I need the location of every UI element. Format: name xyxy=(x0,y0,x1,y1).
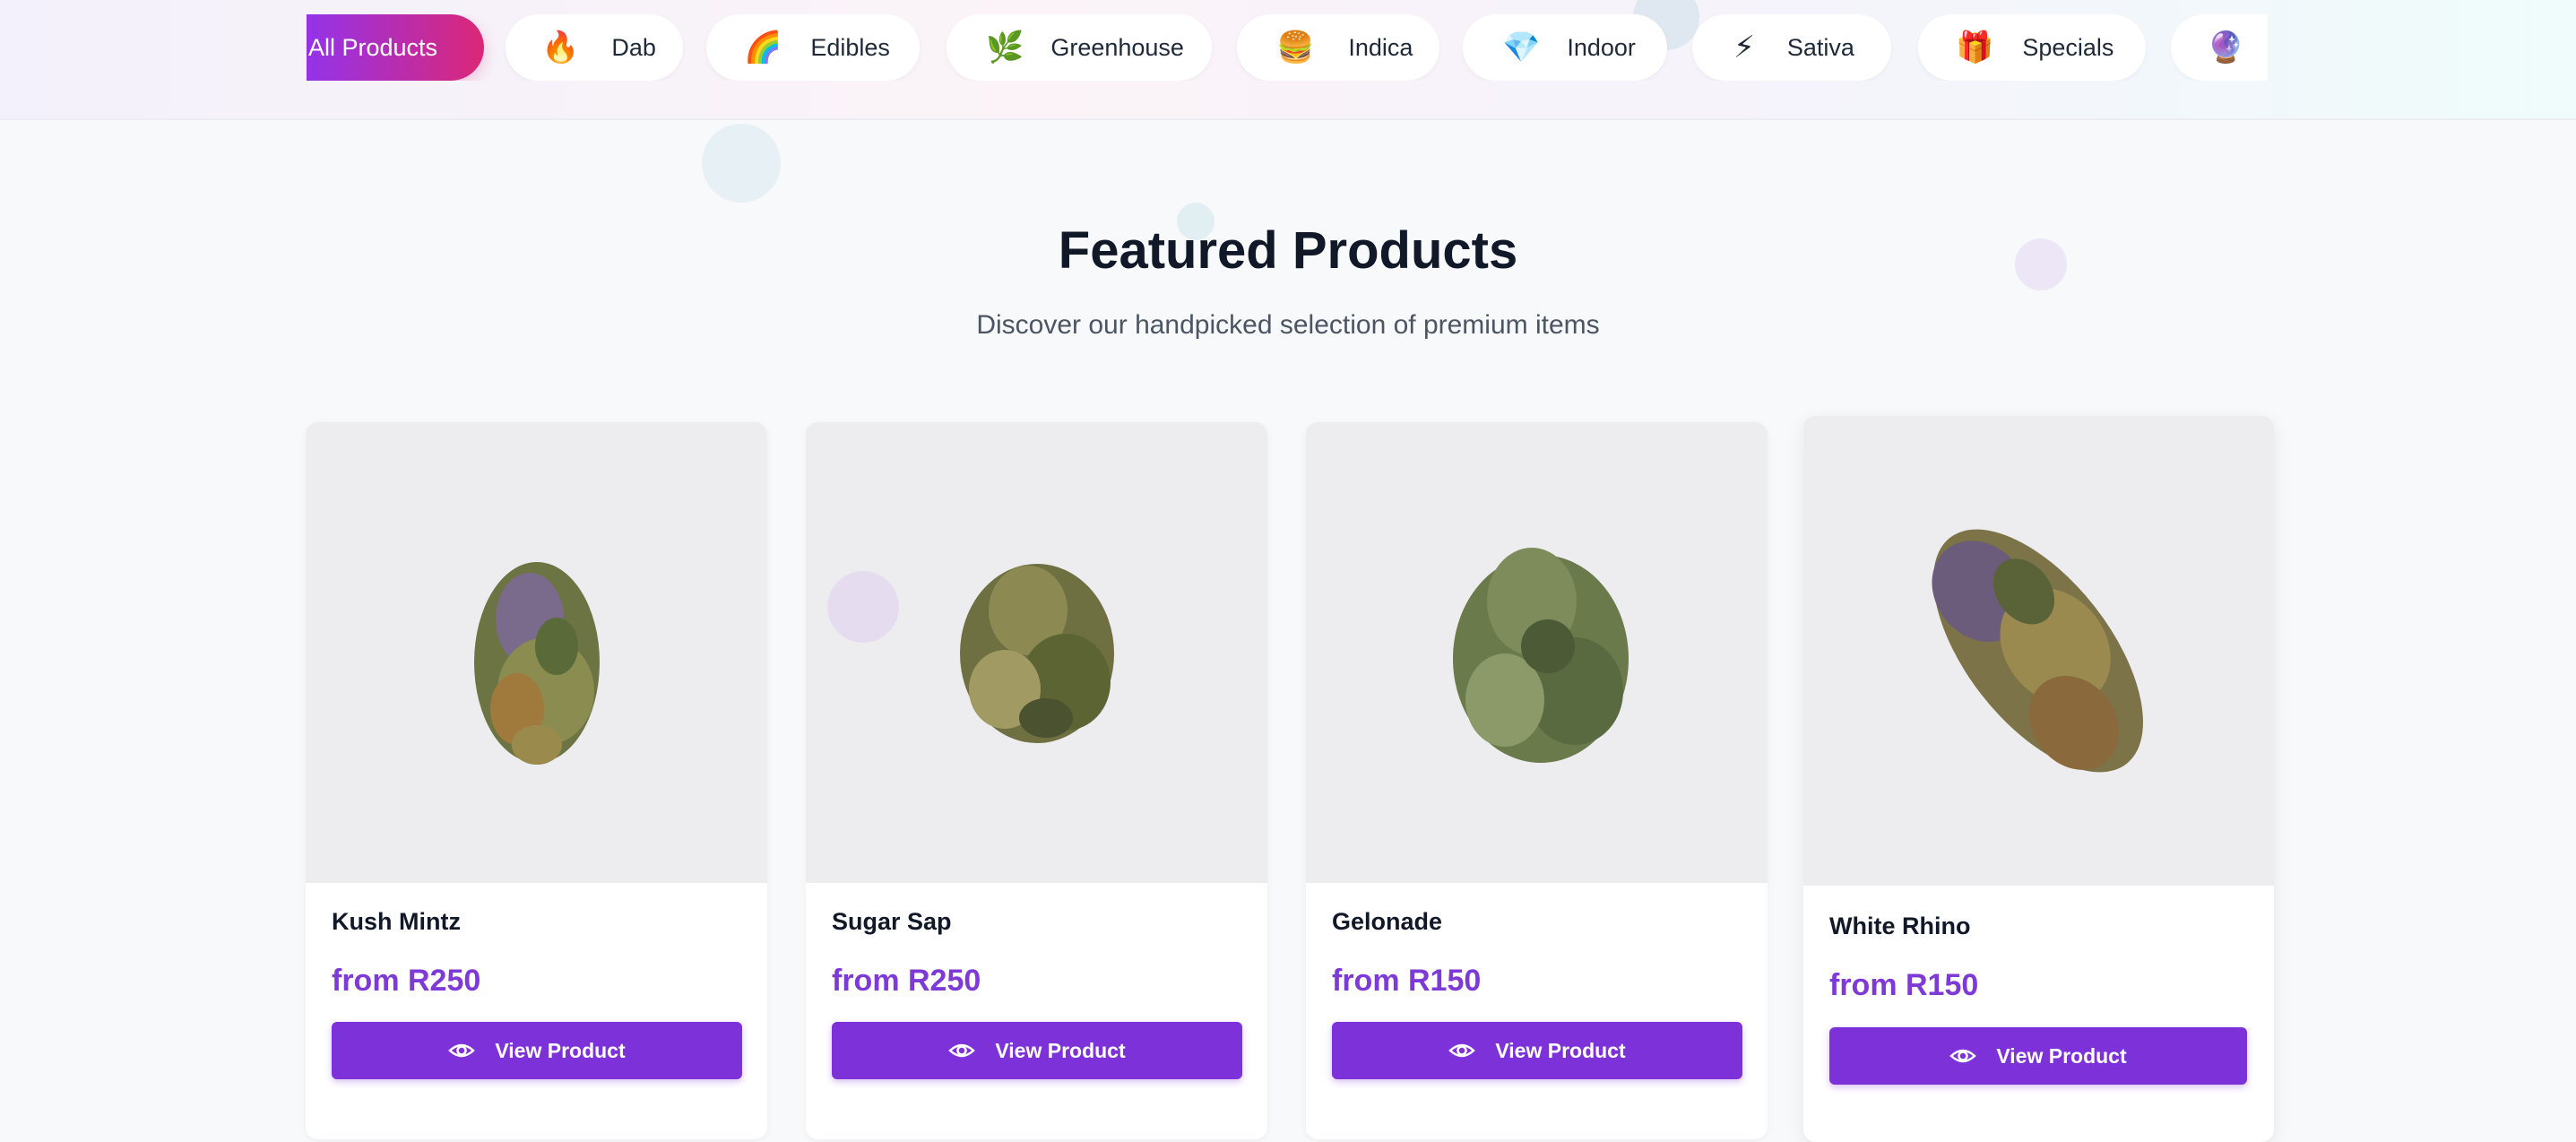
lightning-icon: ⚡ xyxy=(1733,30,1755,65)
eye-icon xyxy=(1448,1042,1476,1060)
button-label: View Product xyxy=(1996,1043,2127,1068)
bud-image xyxy=(1932,529,2143,773)
fire-icon: 🔥 xyxy=(541,30,580,65)
button-label: View Product xyxy=(1495,1038,1626,1062)
product-name: Kush Mintz xyxy=(332,908,461,935)
rainbow-icon: 🌈 xyxy=(744,30,782,65)
button-label: View Product xyxy=(995,1038,1126,1062)
category-indica[interactable]: 🍔 Indica xyxy=(1237,14,1439,81)
featured-title: Featured Products xyxy=(1058,221,1518,280)
category-label: Specials xyxy=(2022,33,2114,61)
eye-icon xyxy=(1949,1047,1977,1065)
category-label: Sativa xyxy=(1786,33,1854,61)
bud-image xyxy=(960,564,1114,743)
product-price: from R250 xyxy=(332,964,481,998)
product-card[interactable]: White Rhino from R150 View Product xyxy=(1803,416,2274,1142)
view-product-button[interactable]: View Product xyxy=(1332,1022,1742,1079)
category-more[interactable]: 🔮 xyxy=(2171,14,2268,81)
view-product-button[interactable]: View Product xyxy=(832,1022,1242,1079)
product-price: from R150 xyxy=(1829,968,1979,1002)
category-greenhouse[interactable]: 🌿 Greenhouse xyxy=(947,14,1212,81)
decorative-bubble xyxy=(702,124,781,203)
product-name: White Rhino xyxy=(1829,913,1971,939)
product-card[interactable]: Kush Mintz from R250 View Product xyxy=(306,422,767,1139)
category-specials[interactable]: 🎁 Specials xyxy=(1918,14,2146,81)
bud-image xyxy=(1453,548,1629,763)
product-card[interactable]: Sugar Sap from R250 View Product xyxy=(806,422,1267,1139)
view-product-button[interactable]: View Product xyxy=(332,1022,742,1079)
category-label: Indoor xyxy=(1567,33,1636,61)
category-sativa[interactable]: ⚡ Sativa xyxy=(1692,14,1891,81)
product-price: from R150 xyxy=(1332,964,1482,998)
product-image[interactable] xyxy=(1306,422,1768,883)
category-label: Greenhouse xyxy=(1050,33,1184,61)
featured-subtitle: Discover our handpicked selection of pre… xyxy=(976,310,1600,340)
gem-icon: 💎 xyxy=(1502,30,1541,65)
burger-icon: 🍔 xyxy=(1276,30,1315,65)
view-product-button[interactable]: View Product xyxy=(1829,1027,2247,1085)
category-dab[interactable]: 🔥 Dab xyxy=(506,14,683,81)
category-scroller[interactable]: All Products 🔥 Dab 🌈 Edibles 🌿 Greenhous… xyxy=(307,14,2268,81)
category-all-products[interactable]: All Products xyxy=(307,14,484,81)
category-label: Indica xyxy=(1348,33,1413,61)
bud-image xyxy=(474,562,600,765)
category-bar: All Products 🔥 Dab 🌈 Edibles 🌿 Greenhous… xyxy=(0,0,2576,120)
product-image[interactable] xyxy=(306,422,767,883)
product-image[interactable] xyxy=(1803,416,2274,886)
category-label: Edibles xyxy=(810,33,890,61)
product-price: from R250 xyxy=(832,964,981,998)
product-image[interactable] xyxy=(806,422,1267,883)
category-label: All Products xyxy=(308,33,438,61)
product-name: Sugar Sap xyxy=(832,908,952,935)
category-edibles[interactable]: 🌈 Edibles xyxy=(706,14,920,81)
button-label: View Product xyxy=(495,1038,626,1062)
eye-icon xyxy=(948,1042,976,1060)
product-name: Gelonade xyxy=(1332,908,1443,935)
eye-icon xyxy=(448,1042,476,1060)
product-card[interactable]: Gelonade from R150 View Product xyxy=(1306,422,1768,1139)
gift-icon: 🎁 xyxy=(1956,30,1994,65)
crystal-ball-icon: 🔮 xyxy=(2207,30,2245,65)
herb-icon: 🌿 xyxy=(986,30,1024,65)
category-label: Dab xyxy=(611,33,656,61)
category-indoor[interactable]: 💎 Indoor xyxy=(1463,14,1667,81)
